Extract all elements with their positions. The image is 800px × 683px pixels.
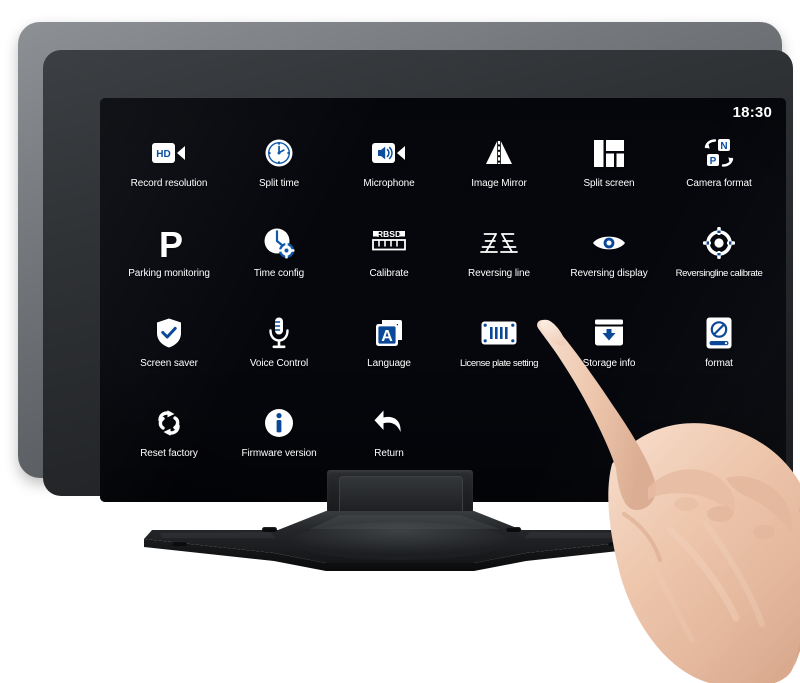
menu-item-label: Reversing line bbox=[468, 268, 530, 279]
menu-item-calibrate[interactable]: RBSD Calibrate bbox=[334, 220, 444, 299]
split-screen-grid-icon bbox=[586, 134, 632, 172]
hd-camcorder-icon: HD bbox=[146, 134, 192, 172]
menu-item-time-config[interactable]: Time config bbox=[224, 220, 334, 299]
monitor-bezel: 18:30 HD Record resolution Split time Mi… bbox=[43, 50, 793, 502]
menu-item-license-plate-setting[interactable]: License plate setting bbox=[444, 310, 554, 389]
menu-item-label: Split time bbox=[258, 178, 300, 189]
stand-mount-hole-left-near bbox=[262, 527, 277, 532]
menu-item-label: License plate setting bbox=[459, 358, 539, 369]
menu-item-label: Camera format bbox=[686, 178, 752, 189]
clock-outline-icon bbox=[256, 134, 302, 172]
menu-item-label: Split screen bbox=[583, 178, 635, 189]
disk-no-entry-icon bbox=[696, 314, 742, 352]
image-mirror-icon bbox=[476, 134, 522, 172]
shield-check-icon bbox=[146, 314, 192, 352]
menu-item-label: Firmware version bbox=[241, 448, 317, 459]
menu-item-label: Image Mirror bbox=[471, 178, 527, 189]
menu-item-storage-info[interactable]: Storage info bbox=[554, 310, 664, 389]
storage-download-icon bbox=[586, 314, 632, 352]
clock-label: 18:30 bbox=[732, 104, 772, 121]
stand-mount-hole-right-near bbox=[506, 527, 521, 532]
stand-mount-hole-right-far bbox=[608, 541, 623, 546]
menu-item-label: Language bbox=[367, 358, 411, 369]
menu-item-label: Return bbox=[374, 448, 404, 459]
license-plate-icon bbox=[476, 314, 522, 352]
menu-item-label: Storage info bbox=[582, 358, 636, 369]
svg-text:A: A bbox=[381, 328, 393, 345]
menu-item-screen-saver[interactable]: Screen saver bbox=[114, 310, 224, 389]
menu-item-label: Reset factory bbox=[140, 448, 198, 459]
menu-item-label: Calibrate bbox=[369, 268, 409, 279]
status-bar: 18:30 bbox=[733, 104, 772, 121]
clock-gear-icon bbox=[256, 224, 302, 262]
rbsd-ruler-icon: RBSD bbox=[366, 224, 412, 262]
speaker-camcorder-icon bbox=[366, 134, 412, 172]
svg-text:RBSD: RBSD bbox=[377, 230, 401, 239]
monitor-outer-frame: 18:30 HD Record resolution Split time Mi… bbox=[18, 22, 793, 502]
touchscreen-display[interactable]: 18:30 HD Record resolution Split time Mi… bbox=[100, 98, 786, 502]
menu-item-reversingline-calibrate[interactable]: Reversingline calibrate bbox=[664, 220, 774, 299]
microphone-icon bbox=[256, 314, 302, 352]
camera-format-np-icon: N P bbox=[696, 134, 742, 172]
info-circle-icon bbox=[256, 404, 302, 442]
letter-a-pages-icon: A bbox=[366, 314, 412, 352]
svg-text:N: N bbox=[720, 141, 727, 152]
menu-item-label: format bbox=[705, 358, 733, 369]
menu-item-microphone[interactable]: Microphone bbox=[334, 130, 444, 209]
menu-item-firmware-version[interactable]: Firmware version bbox=[224, 400, 334, 479]
menu-item-voice-control[interactable]: Voice Control bbox=[224, 310, 334, 389]
svg-text:HD: HD bbox=[156, 149, 170, 160]
menu-item-image-mirror[interactable]: Image Mirror bbox=[444, 130, 554, 209]
svg-text:P: P bbox=[710, 156, 717, 167]
product-photo-scene: 18:30 HD Record resolution Split time Mi… bbox=[0, 0, 800, 683]
menu-item-label: Voice Control bbox=[249, 358, 309, 369]
reset-loop-icon bbox=[146, 404, 192, 442]
menu-item-split-screen[interactable]: Split screen bbox=[554, 130, 664, 209]
menu-item-reversing-display[interactable]: Reversing display bbox=[554, 220, 664, 299]
menu-item-split-time[interactable]: Split time bbox=[224, 130, 334, 209]
svg-text:P: P bbox=[159, 226, 183, 260]
menu-item-reversing-line[interactable]: Reversing line bbox=[444, 220, 554, 299]
menu-item-label: Parking monitoring bbox=[128, 268, 210, 279]
menu-item-record-resolution[interactable]: HD Record resolution bbox=[114, 130, 224, 209]
crosshair-target-icon bbox=[696, 224, 742, 262]
stand-mount-hole-left-far bbox=[172, 541, 187, 546]
menu-item-reset-factory[interactable]: Reset factory bbox=[114, 400, 224, 479]
menu-item-parking-monitoring[interactable]: P Parking monitoring bbox=[114, 220, 224, 299]
reversing-line-icon bbox=[476, 224, 522, 262]
menu-item-label: Screen saver bbox=[140, 358, 198, 369]
menu-item-label: Reversing display bbox=[570, 268, 648, 279]
monitor-stand-base bbox=[140, 505, 660, 577]
menu-item-label: Record resolution bbox=[130, 178, 208, 189]
menu-item-format[interactable]: format bbox=[664, 310, 774, 389]
menu-item-camera-format[interactable]: N P Camera format bbox=[664, 130, 774, 209]
menu-item-label: Microphone bbox=[363, 178, 415, 189]
menu-item-language[interactable]: A Language bbox=[334, 310, 444, 389]
menu-item-label: Reversingline calibrate bbox=[675, 268, 763, 279]
back-arrow-icon bbox=[366, 404, 412, 442]
menu-item-label: Time config bbox=[253, 268, 305, 279]
eye-icon bbox=[586, 224, 632, 262]
settings-menu-grid: HD Record resolution Split time Micropho… bbox=[114, 130, 774, 479]
parking-p-icon: P bbox=[146, 224, 192, 262]
menu-item-return[interactable]: Return bbox=[334, 400, 444, 479]
